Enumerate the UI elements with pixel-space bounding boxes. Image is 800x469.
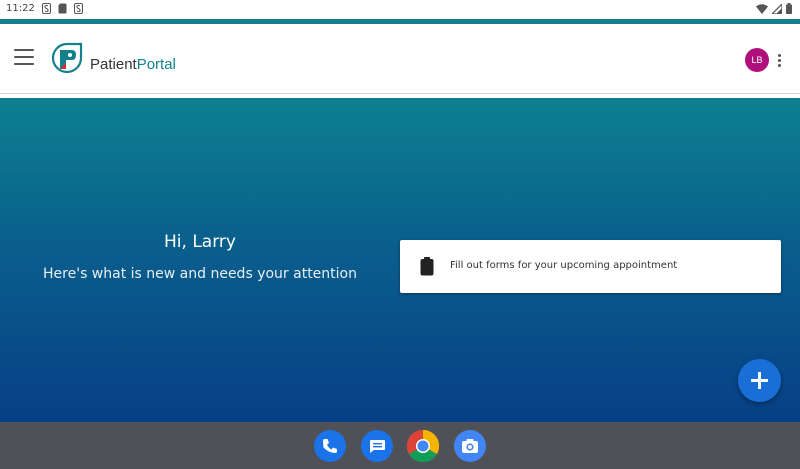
messages-app-icon[interactable] [361,430,393,462]
portal-logo-icon [51,42,83,74]
phone-app-icon[interactable] [314,430,346,462]
brand-name-part2: Portal [136,56,176,73]
more-options-button[interactable] [774,54,784,70]
system-taskbar [0,422,800,469]
patient-portal-logo[interactable]: PatientPortal [50,42,176,74]
hero-banner: Hi, Larry Here's what is new and needs y… [0,98,800,422]
greeting-subtitle: Here's what is new and needs your attent… [43,266,357,282]
status-bar: 11:22 [0,0,800,19]
battery-icon [786,3,792,14]
s-icon [74,3,83,14]
signal-icon [772,3,782,14]
sim-icon [58,3,67,14]
hamburger-menu-button[interactable] [14,49,36,67]
s-icon [42,3,51,14]
status-time: 11:22 [6,3,35,14]
camera-app-icon[interactable] [454,430,486,462]
user-avatar[interactable]: LB [745,48,769,72]
brand-name-part1: Patient [90,56,137,73]
task-card-fill-forms[interactable]: Fill out forms for your upcoming appoint… [400,240,781,293]
wifi-icon [756,3,768,14]
clipboard-icon [420,257,434,276]
greeting-heading: Hi, Larry [164,232,236,252]
chrome-app-icon[interactable] [407,430,439,462]
task-card-label: Fill out forms for your upcoming appoint… [450,260,678,271]
add-fab-button[interactable] [738,359,781,402]
app-header: PatientPortal LB [0,24,800,94]
brand-name: PatientPortal [90,56,176,73]
